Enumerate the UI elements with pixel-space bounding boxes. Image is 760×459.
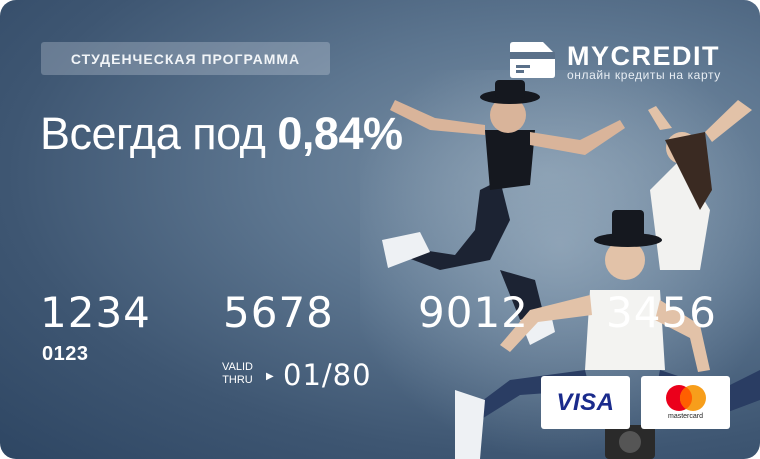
visa-wordmark: VISA (556, 388, 615, 416)
credit-card-icon (510, 42, 555, 78)
visa-logo: VISA (541, 376, 630, 429)
mastercard-wordmark: mastercard (667, 413, 703, 420)
headline-prefix: Всегда под (40, 108, 266, 159)
valid-thru-label: VALID THRU (222, 361, 253, 387)
expiry-date: 01/80 (283, 358, 372, 392)
card-number-group-3: 9012 (418, 288, 529, 337)
arrow-right-icon: ▶ (266, 371, 274, 382)
program-badge: СТУДЕНЧЕСКАЯ ПРОГРАММА (41, 42, 330, 75)
card-number-group-1: 1234 (40, 288, 151, 337)
brand-logo[interactable]: MYCREDIT онлайн кредиты на карту (508, 41, 723, 85)
card-number-group-2: 5678 (223, 288, 334, 337)
mastercard-logo: mastercard (641, 376, 730, 429)
credit-card: СТУДЕНЧЕСКАЯ ПРОГРАММА MYCREDIT онлайн к… (0, 0, 760, 459)
brand-tagline: онлайн кредиты на карту (567, 68, 721, 82)
headline-rate: 0,84% (277, 108, 403, 159)
valid-label-line-1: VALID (222, 361, 253, 373)
mastercard-circles-icon (666, 385, 706, 411)
headline: Всегда под 0,84% (40, 108, 403, 160)
card-number-group-4: 3456 (606, 288, 717, 337)
card-sub-number: 0123 (42, 343, 89, 365)
valid-label-line-2: THRU (222, 374, 253, 386)
